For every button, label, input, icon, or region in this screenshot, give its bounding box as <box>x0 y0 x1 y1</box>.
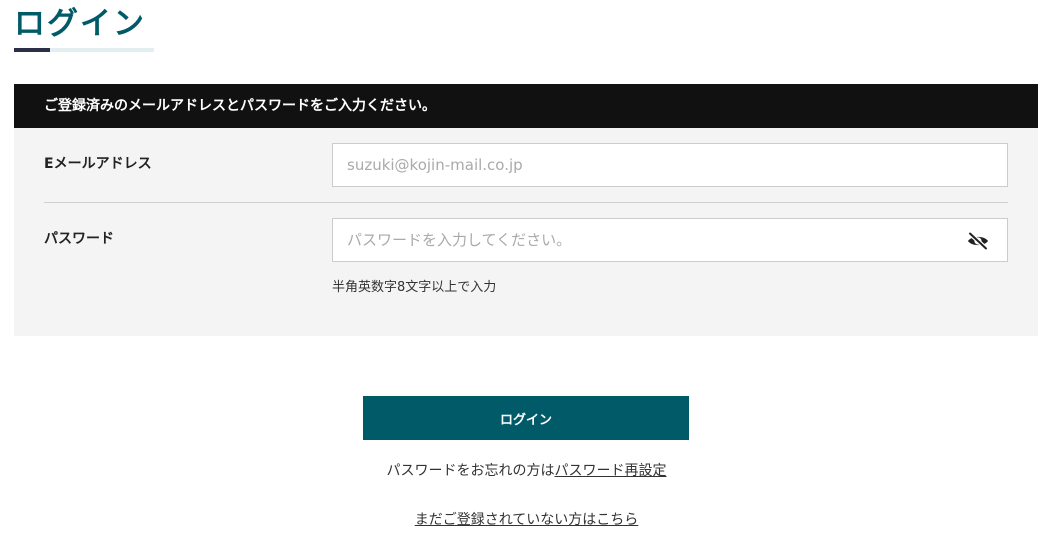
eye-off-glyph <box>967 231 989 251</box>
password-reset-link[interactable]: パスワード再設定 <box>555 463 667 479</box>
field-divider <box>44 202 1008 203</box>
login-form-panel: Eメールアドレス パスワード 半角英数字8文字以上で入力 <box>14 128 1038 336</box>
forgot-password-text: パスワードをお忘れの方は <box>386 463 555 479</box>
form-instructions: ご登録済みのメールアドレスとパスワードをご入力ください。 <box>14 84 1038 128</box>
login-button[interactable]: ログイン <box>363 396 689 440</box>
page-title: ログイン <box>14 6 146 42</box>
title-underline-accent <box>14 48 50 52</box>
email-label: Eメールアドレス <box>44 156 152 172</box>
password-label: パスワード <box>44 231 114 247</box>
register-link[interactable]: まだご登録されていない方はこちら <box>415 512 639 528</box>
password-hint: 半角英数字8文字以上で入力 <box>332 280 497 295</box>
register-line: まだご登録されていない方はこちら <box>0 509 1053 531</box>
forgot-password-line: パスワードをお忘れの方はパスワード再設定 <box>0 460 1053 482</box>
email-input[interactable] <box>332 143 1008 187</box>
password-input[interactable] <box>332 218 1008 262</box>
eye-off-icon[interactable] <box>966 231 990 251</box>
title-underline <box>14 48 154 52</box>
